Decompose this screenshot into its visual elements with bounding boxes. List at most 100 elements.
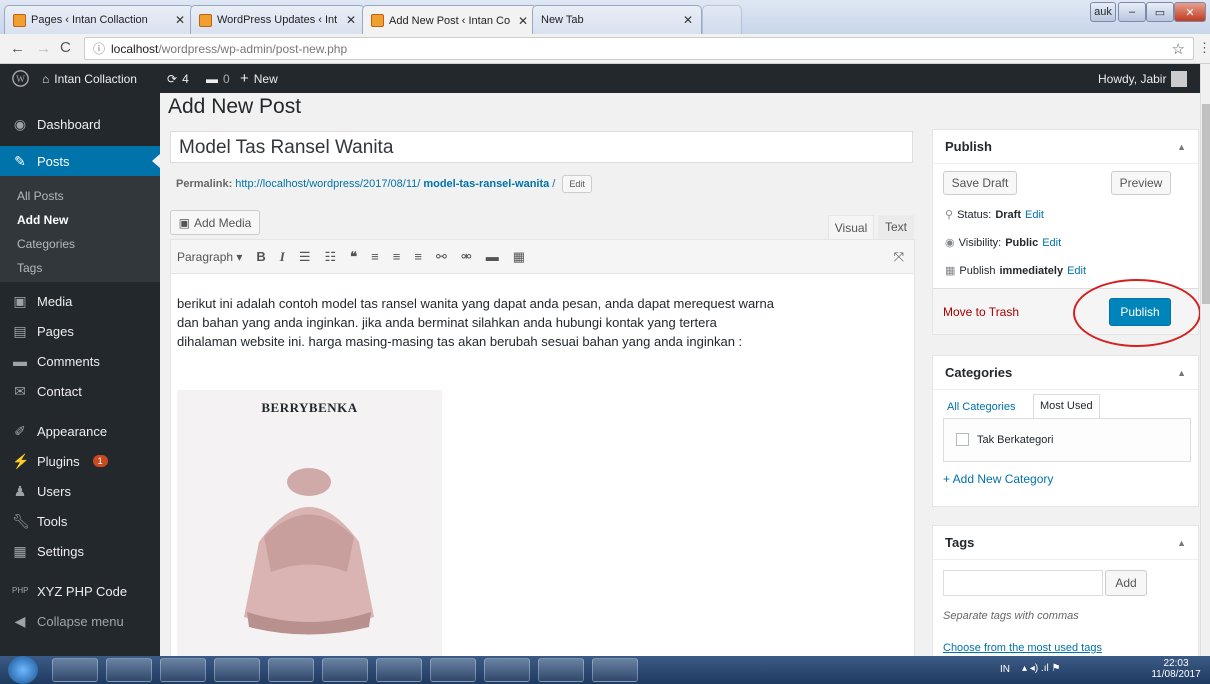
browser-tab[interactable]: New Tab ✕ — [532, 5, 702, 34]
firefox-icon[interactable] — [160, 658, 206, 682]
new-tab-button[interactable] — [702, 5, 742, 34]
new-content-link[interactable]: + New — [240, 64, 278, 93]
explorer-icon[interactable] — [52, 658, 98, 682]
sidebar-item-appearance[interactable]: ✐ Appearance — [0, 416, 160, 446]
align-center-icon[interactable]: ≡ — [393, 249, 401, 264]
blockquote-icon[interactable]: ❝ — [350, 249, 357, 265]
chrome-icon[interactable] — [214, 658, 260, 682]
word-icon[interactable] — [592, 658, 638, 682]
status-edit-link[interactable]: Edit — [1025, 209, 1044, 221]
browser-tab-active[interactable]: Add New Post ‹ Intan Co ✕ — [362, 5, 537, 35]
powerpoint-icon[interactable] — [322, 658, 368, 682]
sidebar-item-posts[interactable]: ✎ Posts — [0, 146, 160, 176]
close-icon[interactable]: ✕ — [346, 13, 356, 27]
sidebar-item-comments[interactable]: ▬ Comments — [0, 346, 160, 376]
unlink-icon[interactable]: ⚮ — [461, 249, 472, 265]
permalink-base[interactable]: http://localhost/wordpress/2017/08/11/ — [235, 178, 420, 190]
sidebar-item-contact[interactable]: ✉ Contact — [0, 376, 160, 406]
fullscreen-icon[interactable]: ⤧ — [894, 249, 904, 265]
chrome-icon[interactable] — [484, 658, 530, 682]
read-more-icon[interactable]: ▬ — [486, 249, 499, 264]
minimize-icon[interactable]: – — [1118, 2, 1146, 22]
tags-box-header[interactable]: Tags ▲ — [933, 526, 1198, 560]
schedule-edit-link[interactable]: Edit — [1067, 265, 1086, 277]
comments-link[interactable]: ▬ 0 — [206, 64, 230, 93]
format-select[interactable]: Paragraph ▾ — [177, 250, 242, 264]
media-player-icon[interactable] — [106, 658, 152, 682]
collapse-arrow-icon[interactable]: ▲ — [1177, 368, 1186, 378]
collapse-arrow-icon[interactable]: ▲ — [1177, 142, 1186, 152]
tab-most-used[interactable]: Most Used — [1033, 394, 1100, 418]
visibility-edit-link[interactable]: Edit — [1042, 237, 1061, 249]
post-image[interactable]: BERRYBENKA — [177, 390, 442, 656]
sidebar-item-dashboard[interactable]: ◉ Dashboard — [0, 109, 160, 139]
close-icon[interactable]: ✕ — [683, 13, 693, 27]
collapse-arrow-icon[interactable]: ▲ — [1177, 538, 1186, 548]
publish-box-header[interactable]: Publish ▲ — [933, 130, 1198, 164]
clock[interactable]: 22:03 11/08/2017 — [1148, 658, 1204, 680]
link-icon[interactable]: ⚯ — [436, 249, 447, 265]
add-new-category-link[interactable]: + Add New Category — [943, 472, 1053, 486]
scrollbar-thumb[interactable] — [1202, 104, 1210, 304]
collapse-menu-button[interactable]: ◀ Collapse menu — [0, 606, 160, 636]
sidebar-item-pages[interactable]: ▤ Pages — [0, 316, 160, 346]
updates-link[interactable]: ⟳ 4 — [167, 64, 189, 93]
window-close-icon[interactable]: ✕ — [1174, 2, 1206, 22]
bullet-list-icon[interactable]: ☰ — [299, 249, 311, 265]
align-right-icon[interactable]: ≡ — [414, 249, 422, 264]
editor-body[interactable]: berikut ini adalah contoh model tas rans… — [170, 273, 915, 656]
xampp-icon[interactable] — [538, 658, 584, 682]
close-icon[interactable]: ✕ — [175, 13, 185, 27]
toolbar-toggle-icon[interactable]: ▦ — [513, 249, 525, 265]
submenu-categories[interactable]: Categories — [0, 232, 160, 256]
sidebar-item-settings[interactable]: ▦ Settings — [0, 536, 160, 566]
maximize-icon[interactable]: ▭ — [1146, 2, 1174, 22]
page-scrollbar[interactable] — [1200, 64, 1210, 656]
post-title-input[interactable]: Model Tas Ransel Wanita — [170, 131, 913, 163]
sidebar-item-xyz-php[interactable]: PHP XYZ PHP Code — [0, 576, 160, 606]
sidebar-item-plugins[interactable]: ⚡ Plugins 1 — [0, 446, 160, 476]
reload-icon[interactable]: C — [60, 39, 71, 56]
start-button[interactable] — [8, 656, 38, 684]
sidebar-item-tools[interactable]: 🔧︎ Tools — [0, 506, 160, 536]
star-icon[interactable]: ☆ — [1172, 40, 1185, 58]
align-left-icon[interactable]: ≡ — [371, 249, 379, 264]
move-to-trash-link[interactable]: Move to Trash — [943, 305, 1019, 319]
close-icon[interactable]: ✕ — [518, 14, 528, 28]
numbered-list-icon[interactable]: ☷ — [325, 249, 337, 265]
italic-icon[interactable]: I — [280, 249, 285, 265]
submenu-tags[interactable]: Tags — [0, 256, 160, 280]
tab-all-categories[interactable]: All Categories — [947, 401, 1015, 413]
language-indicator[interactable]: IN — [1000, 664, 1010, 675]
categories-box-header[interactable]: Categories ▲ — [933, 356, 1198, 390]
tags-input[interactable] — [943, 570, 1103, 596]
vlc-icon[interactable] — [268, 658, 314, 682]
add-tag-button[interactable]: Add — [1105, 570, 1147, 596]
photos-icon[interactable] — [430, 658, 476, 682]
permalink-edit-button[interactable]: Edit — [562, 175, 592, 193]
category-checkbox[interactable] — [956, 433, 969, 446]
save-draft-button[interactable]: Save Draft — [943, 171, 1017, 195]
submenu-all-posts[interactable]: All Posts — [0, 184, 160, 208]
choose-tags-link[interactable]: Choose from the most used tags — [943, 642, 1102, 654]
browser-tab[interactable]: Pages ‹ Intan Collaction ✕ — [4, 5, 194, 34]
category-item[interactable]: Tak Berkategori — [956, 433, 1053, 446]
account-menu[interactable]: Howdy, Jabir — [1098, 64, 1188, 93]
wordpress-logo-icon[interactable]: W — [12, 64, 29, 93]
bold-icon[interactable]: B — [256, 249, 265, 264]
back-icon[interactable]: ← — [10, 40, 25, 57]
menu-icon[interactable]: ⋮ — [1198, 40, 1210, 56]
sidebar-item-media[interactable]: ▣ Media — [0, 286, 160, 316]
tab-text[interactable]: Text — [878, 215, 914, 239]
preview-button[interactable]: Preview — [1111, 171, 1171, 195]
permalink-slug[interactable]: model-tas-ransel-wanita — [423, 178, 549, 190]
browser-tab[interactable]: WordPress Updates ‹ Int ✕ — [190, 5, 365, 34]
site-name-link[interactable]: ⌂ Intan Collaction — [42, 64, 137, 93]
add-media-button[interactable]: ▣ Add Media — [170, 210, 260, 235]
tab-visual[interactable]: Visual — [828, 215, 874, 239]
url-input[interactable]: ⓘ localhost/wordpress/wp-admin/post-new.… — [84, 37, 1194, 60]
tray-icons[interactable]: ▴ ◂) .ıl ⚑ — [1022, 663, 1060, 674]
forward-icon[interactable]: → — [36, 40, 51, 57]
submenu-add-new[interactable]: Add New — [0, 208, 160, 232]
sidebar-item-users[interactable]: ♟ Users — [0, 476, 160, 506]
